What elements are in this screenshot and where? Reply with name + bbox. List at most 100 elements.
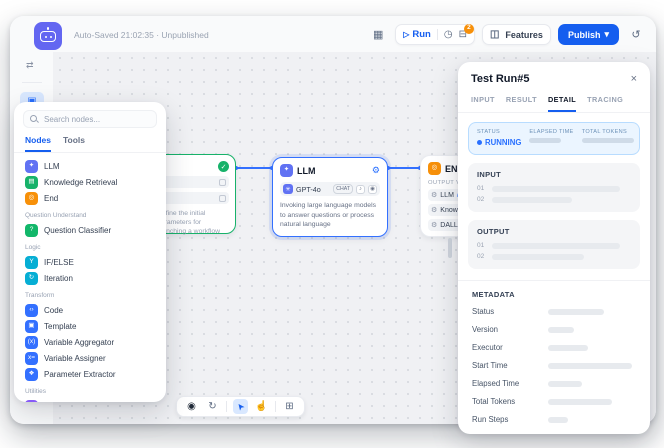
history-icon[interactable]: ◷ xyxy=(444,30,453,40)
chat-capability-badge: CHAT xyxy=(333,184,353,194)
gear-icon[interactable]: ⚙ xyxy=(372,165,380,176)
input-row: 01 xyxy=(477,185,631,192)
features-button[interactable]: ◫ Features xyxy=(482,24,551,45)
workflow-editor-screenshot: Auto-Saved 21:02:35 · Unpublished ▦ ▷ Ru… xyxy=(0,0,664,448)
node-type-item[interactable]: ⇋ HTTP Request xyxy=(23,398,157,402)
output-row: 02 xyxy=(477,253,631,260)
tab-input[interactable]: INPUT xyxy=(471,91,495,112)
hand-mode-icon[interactable]: ☝ xyxy=(254,399,269,414)
topbar-actions: ▦ ▷ Run ◷ ⊟ 2 ◫ Features xyxy=(368,24,646,45)
node-type-item[interactable]: x= Variable Assigner xyxy=(23,350,157,366)
model-selector[interactable]: ✳ GPT-4o CHAT ♪ ◉ xyxy=(280,182,380,196)
field-icon xyxy=(219,179,226,186)
node-type-icon: ↻ xyxy=(25,272,38,285)
metadata-row: Run Steps xyxy=(472,415,636,424)
node-type-item[interactable]: ▤ Knowledge Retrieval xyxy=(23,174,157,190)
start-input-field[interactable] xyxy=(157,176,229,188)
node-type-item[interactable]: ❖ Parameter Extractor xyxy=(23,366,157,382)
node-type-list: ✦ LLM ▤ Knowledge Retrieval ◎ End Questi… xyxy=(14,153,166,402)
node-type-item[interactable]: ‹› Code xyxy=(23,302,157,318)
field-icon xyxy=(219,195,226,202)
status-running: RUNNING xyxy=(477,138,529,147)
edge-start-to-llm xyxy=(236,167,272,169)
play-icon: ▷ xyxy=(403,30,409,39)
metadata-row: Status xyxy=(472,307,636,316)
canvas-toolbar: ◉ ↻ ➤ ☝ ⊞ xyxy=(176,396,305,417)
llm-node-icon: ✦ xyxy=(280,164,293,177)
variable-icon: ⚙ xyxy=(431,192,437,199)
topbar: Auto-Saved 21:02:35 · Unpublished ▦ ▷ Ru… xyxy=(10,16,656,52)
run-button[interactable]: ▷ Run xyxy=(403,29,431,40)
skeleton-bar xyxy=(492,254,584,260)
input-row: 02 xyxy=(477,196,631,203)
node-search[interactable] xyxy=(23,110,157,128)
autosave-status: Auto-Saved 21:02:35 · Unpublished xyxy=(74,30,209,40)
tab-tools[interactable]: Tools xyxy=(63,135,85,152)
variable-icon: ⚙ xyxy=(431,207,437,214)
run-panel-title: Test Run#5 xyxy=(471,73,529,85)
metadata-section: METADATA Status Version Executor xyxy=(458,290,650,424)
publish-button[interactable]: Publish ▾ xyxy=(558,24,619,45)
panel-resize-handle[interactable] xyxy=(448,238,452,258)
edge-llm-to-end xyxy=(388,167,420,169)
tab-result[interactable]: RESULT xyxy=(506,91,537,112)
running-dot-icon xyxy=(477,140,482,145)
variables-table-icon[interactable]: ▦ xyxy=(368,25,388,45)
metadata-row: Start Time xyxy=(472,361,636,370)
pointer-mode-icon[interactable]: ➤ xyxy=(233,399,248,414)
node-type-item[interactable]: ? Question Classifier xyxy=(23,222,157,238)
variable-icon: ⚙ xyxy=(431,222,437,229)
skeleton-bar xyxy=(548,399,612,405)
tab-nodes[interactable]: Nodes xyxy=(25,135,51,152)
llm-node-description: Invoking large language models to answer… xyxy=(280,201,380,230)
version-history-icon[interactable]: ↺ xyxy=(626,25,646,45)
checklist-icon[interactable]: ⊟ 2 xyxy=(459,30,467,40)
node-type-item[interactable]: ▣ Template xyxy=(23,318,157,334)
checklist-badge: 2 xyxy=(464,24,474,34)
run-pill: ▷ Run ◷ ⊟ 2 xyxy=(395,24,475,45)
skeleton-bar xyxy=(548,327,574,333)
skeleton-bar xyxy=(548,345,588,351)
node-panel-tabs: Nodes Tools xyxy=(14,128,166,153)
metadata-row: Executor xyxy=(472,343,636,352)
start-input-field[interactable] xyxy=(157,192,229,204)
app-logo-robot-icon[interactable] xyxy=(34,22,62,50)
node-type-item[interactable]: (x) Variable Aggregator xyxy=(23,334,157,350)
node-type-icon: ✦ xyxy=(25,160,38,173)
run-panel-tabs: INPUT RESULT DETAIL TRACING xyxy=(458,91,650,113)
undo-redo-icon[interactable]: ↻ xyxy=(205,399,220,414)
audio-capability-icon: ♪ xyxy=(356,185,365,194)
node-type-item[interactable]: ↻ Iteration xyxy=(23,270,157,286)
swap-icon[interactable]: ⇄ xyxy=(26,60,34,71)
skeleton-bar xyxy=(548,381,582,387)
skeleton-bar xyxy=(492,197,572,203)
start-node-description: Define the initial parameters for launch… xyxy=(157,209,229,237)
robot-face xyxy=(40,31,56,42)
skeleton-bar xyxy=(548,309,604,315)
end-node-icon: ◎ xyxy=(428,162,441,175)
node-type-icon: x= xyxy=(25,352,38,365)
skeleton-bar xyxy=(548,417,568,423)
run-status-card: STATUS RUNNING ELAPSED TIME TOTAL TOKENS xyxy=(468,122,640,155)
node-type-icon: ‹› xyxy=(25,304,38,317)
tab-tracing[interactable]: TRACING xyxy=(587,91,623,112)
search-input[interactable] xyxy=(42,114,150,125)
add-node-panel: Nodes Tools ✦ LLM ▤ Knowledge Retrieval xyxy=(14,102,166,402)
node-type-item[interactable]: Y IF/ELSE xyxy=(23,254,157,270)
skeleton-bar xyxy=(492,243,620,249)
node-type-icon: Y xyxy=(25,256,38,269)
node-section-title: Question Understand xyxy=(25,212,155,219)
node-type-item[interactable]: ◎ End xyxy=(23,190,157,206)
node-section-title: Transform xyxy=(25,292,155,299)
skeleton-bar xyxy=(529,138,561,143)
fit-view-icon[interactable]: ◉ xyxy=(184,399,199,414)
features-icon: ◫ xyxy=(490,30,499,40)
output-row: 01 xyxy=(477,242,631,249)
auto-layout-icon[interactable]: ⊞ xyxy=(282,399,297,414)
node-type-icon: ⇋ xyxy=(25,400,38,403)
tab-detail[interactable]: DETAIL xyxy=(548,91,576,112)
node-type-item[interactable]: ✦ LLM xyxy=(23,158,157,174)
node-section-title: Logic xyxy=(25,244,155,251)
close-icon[interactable]: × xyxy=(631,74,637,85)
llm-node[interactable]: ✦ LLM ⚙ ✳ GPT-4o CHAT ♪ ◉ Invoking large… xyxy=(272,157,388,237)
